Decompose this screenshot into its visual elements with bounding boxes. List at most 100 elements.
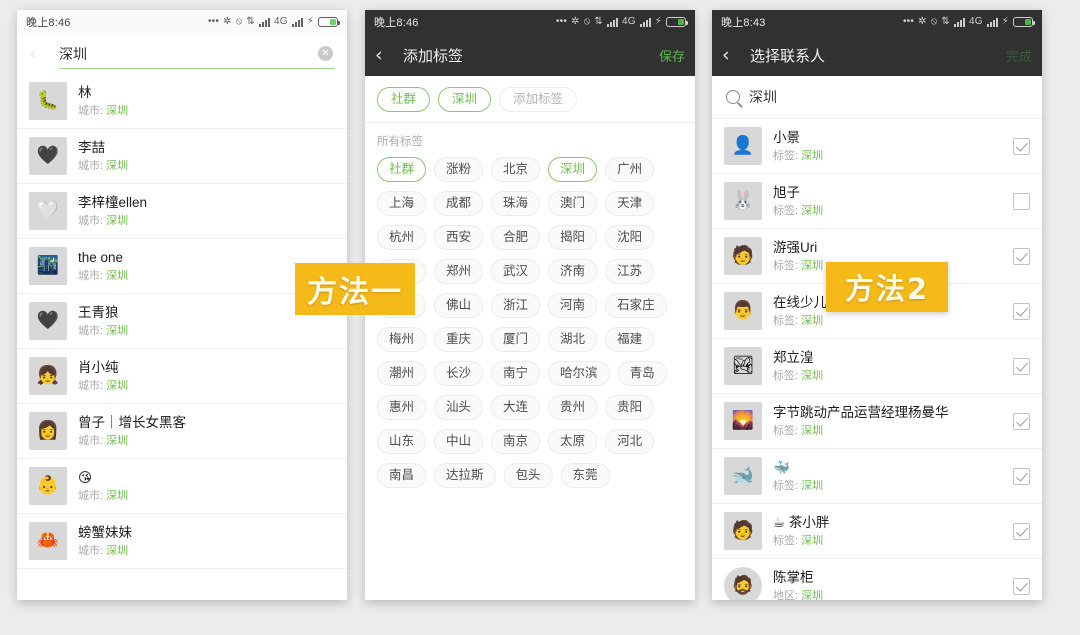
tag-chip[interactable]: 湖北 bbox=[548, 327, 598, 352]
back-arrow-icon[interactable]: ‹ bbox=[722, 45, 744, 65]
contact-row[interactable]: 🧔 陈掌柜 地区: 深圳 bbox=[712, 559, 1042, 600]
avatar: 👤 bbox=[724, 127, 762, 165]
avatar-glyph: 🐛 bbox=[36, 90, 60, 111]
contact-row[interactable]: 👩 曾子｜增长女黑客 城市: 深圳 bbox=[17, 404, 347, 459]
tag-chip[interactable]: 哈尔滨 bbox=[548, 361, 610, 386]
tag-chip[interactable]: 珠海 bbox=[491, 191, 541, 216]
search-bar[interactable]: 深圳 bbox=[712, 76, 1042, 119]
contact-subtitle: 标签: 深圳 bbox=[773, 534, 1005, 548]
contact-row[interactable]: 👶 😘 城市: 深圳 bbox=[17, 459, 347, 514]
tag-chip[interactable]: 江苏 bbox=[605, 259, 655, 284]
back-arrow-icon[interactable]: ‹ bbox=[29, 44, 51, 64]
tag-chip[interactable]: 南昌 bbox=[377, 463, 427, 488]
contact-row[interactable]: 🧑 ☕ 茶小胖 标签: 深圳 bbox=[712, 504, 1042, 559]
tag-chip[interactable]: 贵州 bbox=[548, 395, 598, 420]
tag-chip[interactable]: 厦门 bbox=[491, 327, 541, 352]
tag-chip[interactable]: 杭州 bbox=[377, 225, 427, 250]
contact-name: 肖小纯 bbox=[78, 360, 119, 375]
contact-sub-label: 标签: bbox=[773, 260, 799, 272]
tag-chip[interactable]: 社群 bbox=[377, 157, 427, 182]
checkbox-checked[interactable] bbox=[1013, 357, 1030, 375]
tag-chip[interactable]: 成都 bbox=[434, 191, 484, 216]
tag-chip[interactable]: 深圳 bbox=[548, 157, 598, 182]
tag-chip[interactable]: 郑州 bbox=[434, 259, 484, 284]
tag-chip[interactable]: 佛山 bbox=[434, 293, 484, 318]
tag-chip[interactable]: 石家庄 bbox=[605, 293, 667, 318]
checkbox-checked[interactable] bbox=[1013, 247, 1030, 265]
avatar-glyph: 🖤 bbox=[36, 145, 60, 166]
tag-chip[interactable]: 东莞 bbox=[560, 463, 610, 488]
tag-chip[interactable]: 太原 bbox=[548, 429, 598, 454]
checkbox-unchecked[interactable] bbox=[1013, 192, 1030, 210]
contact-sub-label: 标签: bbox=[773, 370, 799, 382]
tag-chip[interactable]: 涨粉 bbox=[434, 157, 484, 182]
contact-sub-label: 城市: bbox=[78, 105, 104, 117]
tag-chip[interactable]: 包头 bbox=[503, 463, 553, 488]
contact-row[interactable]: 🖤 李喆 城市: 深圳 bbox=[17, 129, 347, 184]
contact-list[interactable]: 🐛 林城市: 深圳 🖤 李喆 城市: 深圳 🤍 李梓橦ellen 城市: 深圳 🌃 the one… bbox=[17, 74, 347, 569]
checkbox-checked[interactable] bbox=[1013, 302, 1030, 320]
contact-info: 李梓橦ellen 城市: 深圳 bbox=[78, 194, 335, 228]
back-arrow-icon[interactable]: ‹ bbox=[375, 45, 397, 65]
contact-row[interactable]: 🤍 李梓橦ellen 城市: 深圳 bbox=[17, 184, 347, 239]
tag-chip[interactable]: 沈阳 bbox=[605, 225, 655, 250]
tag-chip[interactable]: 浙江 bbox=[491, 293, 541, 318]
tag-chip[interactable]: 梅州 bbox=[377, 327, 427, 352]
save-button[interactable]: 保存 bbox=[659, 46, 685, 65]
contact-row[interactable]: 🏞 郑立湟 标签: 深圳 bbox=[712, 339, 1042, 394]
contact-name: 游强Uri bbox=[773, 240, 818, 255]
tag-chip[interactable]: 北京 bbox=[491, 157, 541, 182]
tag-chip[interactable]: 武汉 bbox=[491, 259, 541, 284]
tag-chip[interactable]: 青岛 bbox=[617, 361, 667, 386]
checkbox-checked[interactable] bbox=[1013, 577, 1030, 595]
tag-chip[interactable]: 达拉斯 bbox=[434, 463, 496, 488]
avatar-glyph: 👤 bbox=[731, 135, 755, 156]
tag-chip[interactable]: 山东 bbox=[377, 429, 427, 454]
tag-chip[interactable]: 南宁 bbox=[491, 361, 541, 386]
clear-icon[interactable]: ✕ bbox=[318, 46, 333, 61]
checkbox-checked[interactable] bbox=[1013, 522, 1030, 540]
network-type-label: 4G bbox=[274, 16, 288, 27]
add-tag-input[interactable]: 添加标签 bbox=[499, 87, 578, 112]
tag-chip[interactable]: 合肥 bbox=[491, 225, 541, 250]
tag-chip[interactable]: 河南 bbox=[548, 293, 598, 318]
selected-tags-row[interactable]: 社群 深圳 添加标签 bbox=[365, 76, 695, 123]
tag-chip[interactable]: 澳门 bbox=[548, 191, 598, 216]
contact-row[interactable]: 🐛 林城市: 深圳 bbox=[17, 74, 347, 129]
tag-chip[interactable]: 重庆 bbox=[434, 327, 484, 352]
tag-chip[interactable]: 汕头 bbox=[434, 395, 484, 420]
search-input[interactable]: 深圳 ✕ bbox=[59, 39, 335, 69]
tag-chip[interactable]: 天津 bbox=[605, 191, 655, 216]
checkbox-checked[interactable] bbox=[1013, 467, 1030, 485]
tag-chip[interactable]: 广州 bbox=[605, 157, 655, 182]
tag-chip[interactable]: 长沙 bbox=[434, 361, 484, 386]
contact-row[interactable]: 🌄 字节跳动产品运营经理杨曼华 标签: 深圳 bbox=[712, 394, 1042, 449]
checkbox-checked[interactable] bbox=[1013, 137, 1030, 155]
selected-tag-chip[interactable]: 深圳 bbox=[438, 87, 492, 112]
checkbox-checked[interactable] bbox=[1013, 412, 1030, 430]
tag-chip[interactable]: 上海 bbox=[377, 191, 427, 216]
contact-row[interactable]: 🐋 🐳 标签: 深圳 bbox=[712, 449, 1042, 504]
contact-row[interactable]: 🦀 螃蟹妹妹 城市: 深圳 bbox=[17, 514, 347, 569]
tag-chip[interactable]: 西安 bbox=[434, 225, 484, 250]
confirm-button[interactable]: 完成 bbox=[1006, 46, 1032, 65]
tag-chip[interactable]: 济南 bbox=[548, 259, 598, 284]
search-icon bbox=[726, 90, 740, 104]
tag-chip[interactable]: 南京 bbox=[491, 429, 541, 454]
avatar-glyph: 👨 bbox=[731, 300, 755, 321]
tag-chip[interactable]: 大连 bbox=[491, 395, 541, 420]
contact-row[interactable]: 🐰 旭子 标签: 深圳 bbox=[712, 174, 1042, 229]
contact-row[interactable]: 👤 小景 标签: 深圳 bbox=[712, 119, 1042, 174]
contact-list[interactable]: 👤 小景 标签: 深圳 🐰 旭子 标签: 深圳 🧑 游强Uri 标签: 深圳 👨 在线少儿 标签: 深… bbox=[712, 119, 1042, 600]
tag-chip[interactable]: 河北 bbox=[605, 429, 655, 454]
tag-chip[interactable]: 福建 bbox=[605, 327, 655, 352]
tag-chip[interactable]: 揭阳 bbox=[548, 225, 598, 250]
tag-grid[interactable]: 社群涨粉北京深圳广州上海成都珠海澳门天津杭州西安合肥揭阳沈阳柳州郑州武汉济南江苏… bbox=[365, 155, 695, 500]
contact-row[interactable]: 👧 肖小纯 城市: 深圳 bbox=[17, 349, 347, 404]
tag-chip[interactable]: 惠州 bbox=[377, 395, 427, 420]
contact-sub-label: 城市: bbox=[78, 490, 104, 502]
tag-chip[interactable]: 贵阳 bbox=[605, 395, 655, 420]
tag-chip[interactable]: 中山 bbox=[434, 429, 484, 454]
tag-chip[interactable]: 潮州 bbox=[377, 361, 427, 386]
selected-tag-chip[interactable]: 社群 bbox=[377, 87, 431, 112]
